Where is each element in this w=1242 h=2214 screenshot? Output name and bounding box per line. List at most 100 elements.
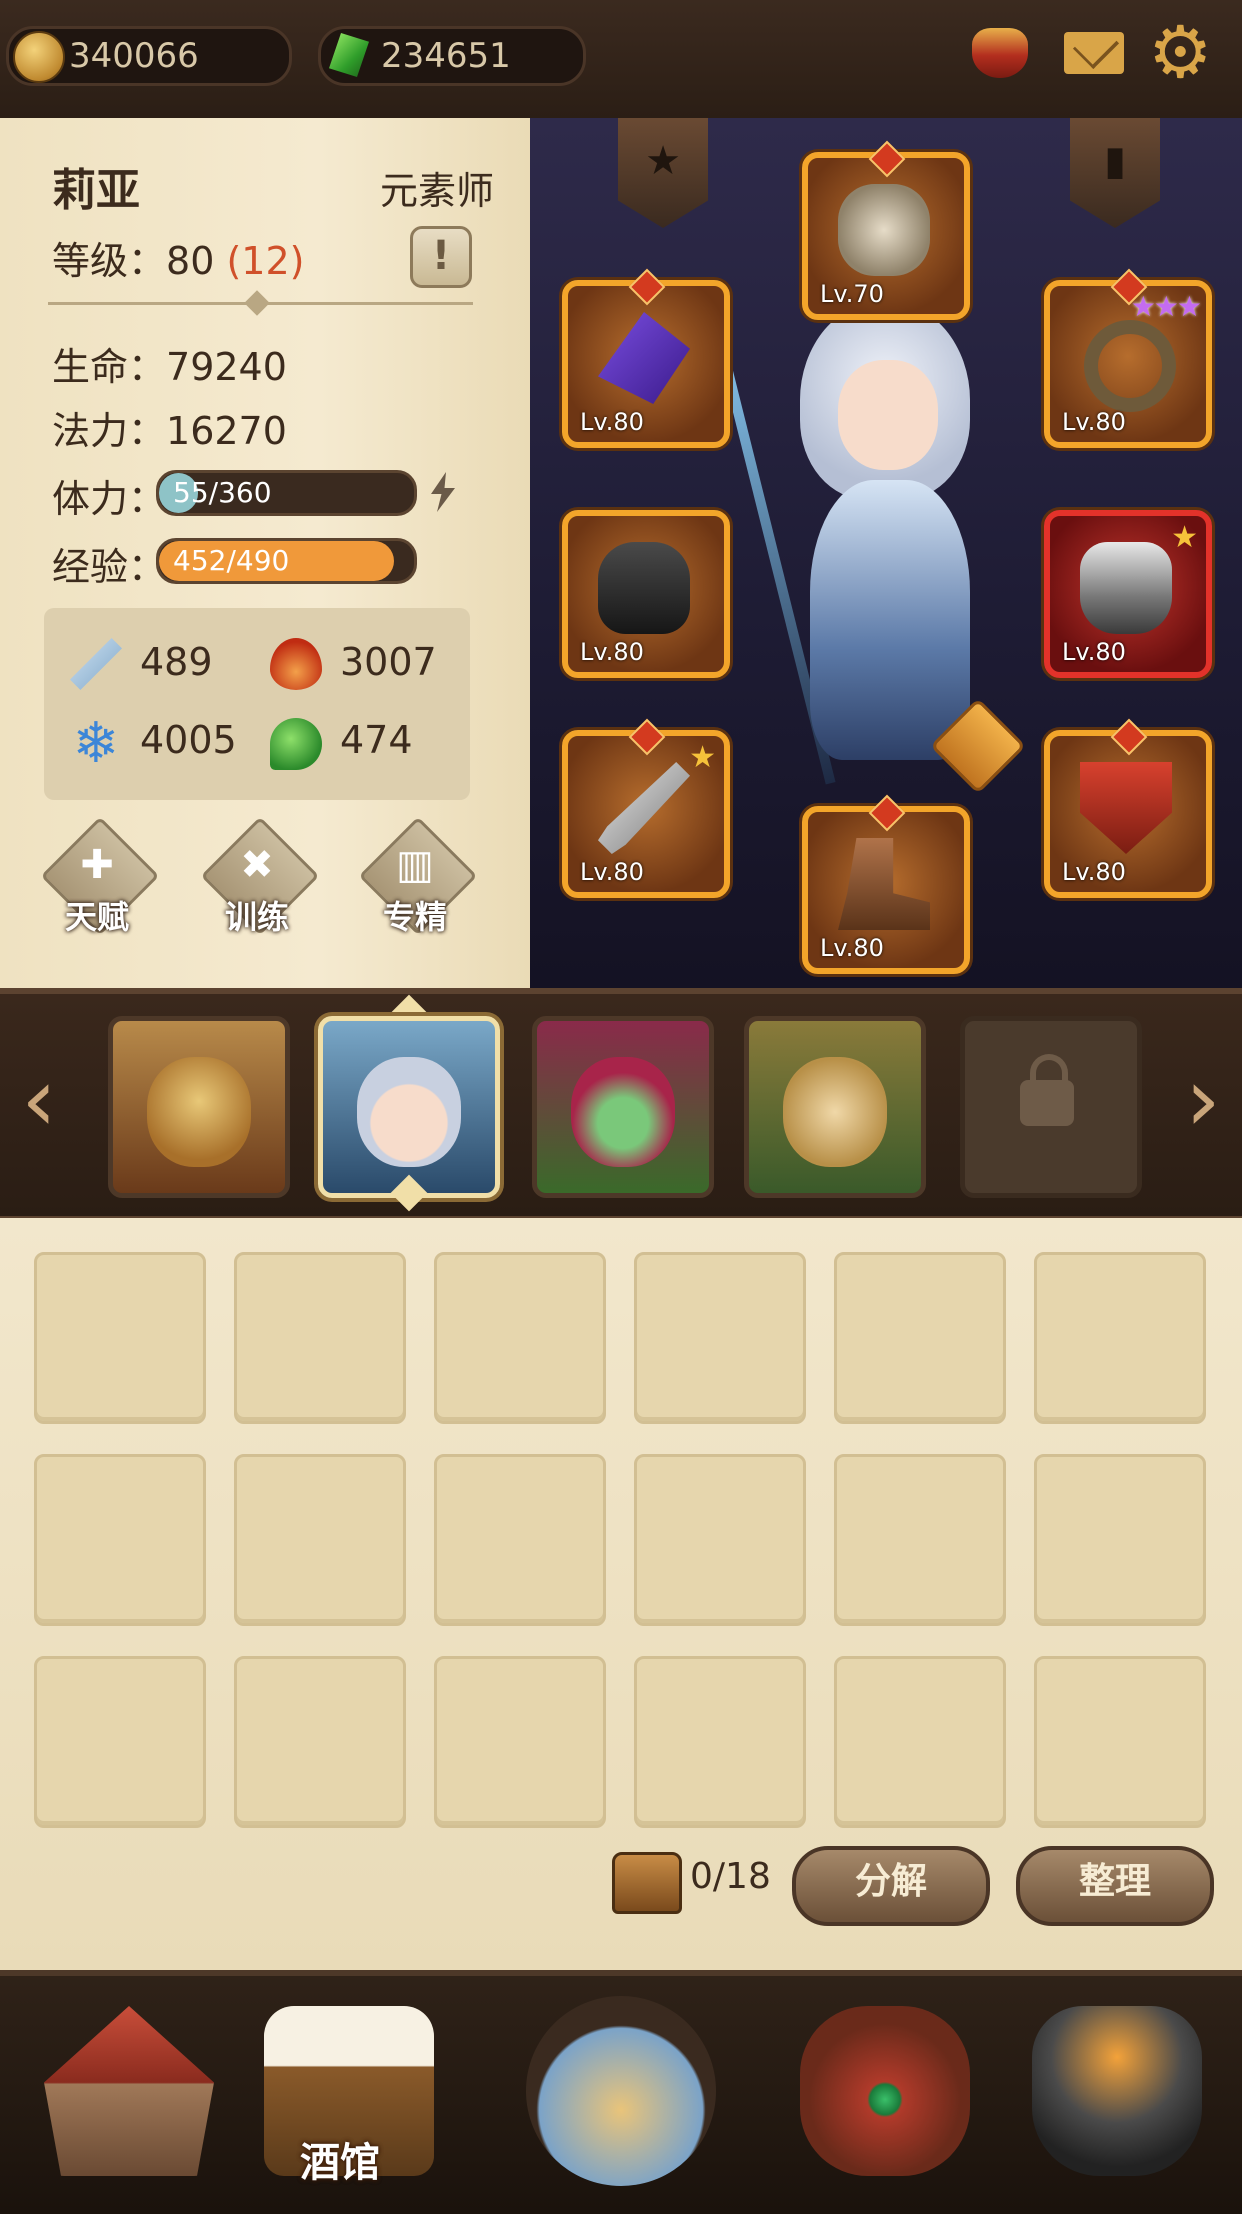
- talent-label: 天赋: [64, 898, 129, 936]
- inventory-cell[interactable]: [1034, 1454, 1206, 1626]
- slot-level: Lv.70: [820, 280, 884, 308]
- level-label: 等级：: [52, 239, 167, 283]
- hero-name: 莉亚: [52, 165, 140, 216]
- inventory-cell[interactable]: [834, 1656, 1006, 1828]
- portal-icon: [526, 1996, 716, 2186]
- stamina-bar: 55/360: [156, 470, 417, 516]
- slot-level: Lv.80: [580, 638, 644, 666]
- inventory-cell[interactable]: [434, 1454, 606, 1626]
- ring-icon: [1084, 320, 1176, 412]
- mask-icon: [838, 184, 930, 276]
- inventory-cell[interactable]: [1034, 1656, 1206, 1828]
- slot-level: Lv.80: [1062, 638, 1126, 666]
- mp-row: 法力：16270: [52, 400, 287, 455]
- star-rating: ★★★: [1130, 290, 1202, 323]
- nav-treasure[interactable]: [780, 1986, 990, 2196]
- star-icon: ★: [1171, 520, 1198, 555]
- hp-label: 生命：: [52, 345, 167, 389]
- inventory-cell[interactable]: [634, 1454, 806, 1626]
- horn-icon[interactable]: [966, 18, 1036, 88]
- lock-icon: [1020, 1054, 1074, 1126]
- inventory-cell[interactable]: [1034, 1252, 1206, 1424]
- inventory-cell[interactable]: [834, 1454, 1006, 1626]
- slot-level: Lv.80: [580, 408, 644, 436]
- sort-button[interactable]: 整理: [1016, 1846, 1214, 1926]
- prev-hero-arrow[interactable]: ‹: [16, 1056, 62, 1144]
- mastery-label: 专精: [382, 898, 447, 936]
- forge-cauldron-icon: [1032, 2006, 1202, 2176]
- gold-coin-icon: [13, 31, 65, 83]
- hero-body: [810, 480, 970, 760]
- star-icon: ★: [689, 740, 716, 775]
- level-value: 80: [166, 239, 215, 283]
- slot-level: Lv.80: [820, 934, 884, 962]
- inventory-cell[interactable]: [434, 1252, 606, 1424]
- fire-value: 3007: [340, 640, 437, 684]
- lightning-icon[interactable]: [431, 472, 455, 512]
- weapon-slot[interactable]: ★ Lv.80: [562, 718, 730, 898]
- hero-portrait-elf[interactable]: [744, 1016, 926, 1198]
- chest-icon: [612, 1852, 682, 1914]
- boot-slot[interactable]: Lv.80: [802, 794, 970, 974]
- ring-slot[interactable]: ★★★ Lv.80: [1044, 268, 1212, 448]
- talent-button[interactable]: ✚ 天赋: [40, 816, 160, 938]
- nav-forge[interactable]: [1012, 1986, 1222, 2196]
- hp-value: 79240: [166, 345, 287, 389]
- inventory-cell[interactable]: [634, 1656, 806, 1828]
- hero-face: [838, 360, 938, 470]
- helmet-slot[interactable]: Lv.70: [802, 140, 970, 320]
- fire-icon: [270, 638, 322, 690]
- house-icon: [44, 2006, 214, 2176]
- hero-class: 元素师: [379, 169, 494, 213]
- inventory-cell[interactable]: [634, 1252, 806, 1424]
- training-button[interactable]: ✖ 训练: [200, 816, 320, 938]
- gem-amount: 234651: [381, 36, 511, 76]
- hero-portrait-lia[interactable]: [318, 1016, 500, 1198]
- slot-level: Lv.80: [1062, 408, 1126, 436]
- inventory-cell[interactable]: [234, 1656, 406, 1828]
- armor-slot[interactable]: ★ Lv.80: [1044, 510, 1212, 678]
- divider: [48, 302, 473, 305]
- gem-counter[interactable]: 234651: [318, 26, 586, 86]
- next-hero-arrow[interactable]: ›: [1180, 1056, 1226, 1144]
- lia-face: [357, 1057, 461, 1167]
- attribute-box: 489 3007 ❄ 4005 474: [44, 608, 470, 800]
- nav-tavern-label: 酒馆: [300, 2140, 380, 2186]
- inventory-cell[interactable]: [234, 1252, 406, 1424]
- inventory-cell[interactable]: [34, 1656, 206, 1828]
- exp-bar: 452/490: [156, 538, 417, 584]
- decompose-button[interactable]: 分解: [792, 1846, 990, 1926]
- frost-icon: ❄: [72, 711, 120, 776]
- slot-level: Lv.80: [1062, 858, 1126, 886]
- glove-slot[interactable]: Lv.80: [562, 510, 730, 678]
- gear-icon[interactable]: [1148, 10, 1218, 94]
- inventory-cell[interactable]: [234, 1454, 406, 1626]
- amulet-icon: [598, 312, 690, 404]
- shield-slot[interactable]: Lv.80: [1044, 718, 1212, 898]
- level-row: 等级：80 (12): [52, 230, 304, 285]
- training-label: 训练: [224, 898, 289, 936]
- nav-home[interactable]: [24, 1986, 234, 2196]
- amulet-slot[interactable]: Lv.80: [562, 268, 730, 448]
- hero-portrait-paladin[interactable]: [108, 1016, 290, 1198]
- hero-stats-panel: 莉亚 元素师 等级：80 (12) ! 生命：79240 法力：16270 体力…: [0, 118, 544, 988]
- nav-adventure[interactable]: [516, 1986, 726, 2196]
- inventory-cell[interactable]: [834, 1252, 1006, 1424]
- inventory-cell[interactable]: [434, 1656, 606, 1828]
- mail-icon[interactable]: [1060, 18, 1130, 88]
- crossed-swords-icon: ✖: [240, 842, 274, 888]
- dagger-icon: [598, 762, 690, 854]
- exp-label: 经验：: [52, 545, 167, 589]
- hero-portrait-rogue[interactable]: [532, 1016, 714, 1198]
- nature-value: 474: [340, 718, 413, 762]
- bag-count: 0/18: [690, 1856, 771, 1897]
- inventory-cell[interactable]: [34, 1454, 206, 1626]
- talent-icon: ✚: [80, 842, 114, 888]
- inventory-cell[interactable]: [34, 1252, 206, 1424]
- gold-counter[interactable]: 340066: [6, 26, 292, 86]
- boot-icon: [838, 838, 930, 930]
- info-button[interactable]: !: [410, 226, 472, 288]
- stamina-value: 55/360: [173, 476, 272, 509]
- glove-icon: [598, 542, 690, 634]
- mastery-button[interactable]: ▥ 专精: [358, 816, 478, 938]
